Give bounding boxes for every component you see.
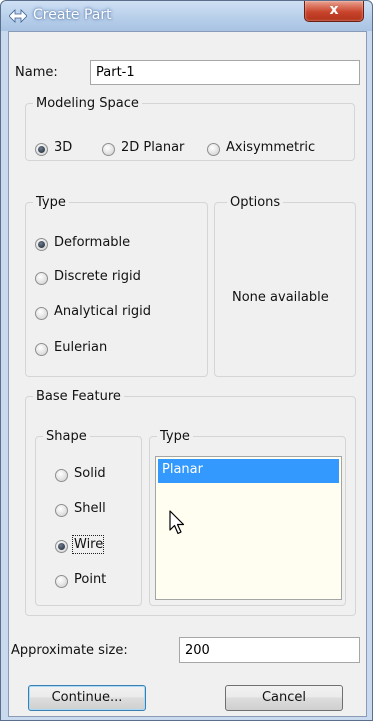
window-title: Create Part [33,7,112,23]
radio-2d-planar[interactable] [102,143,115,156]
radio-eulerian-label[interactable]: Eulerian [54,340,107,355]
create-part-dialog: Create Part x Name: Modeling Space 3D 2D… [0,0,373,721]
app-icon [9,9,27,23]
type-legend: Type [36,195,66,210]
radio-point[interactable] [55,575,68,588]
list-item-planar[interactable]: Planar [158,459,339,483]
radio-shell-label[interactable]: Shell [74,501,106,516]
radio-discrete-rigid-label[interactable]: Discrete rigid [54,269,141,284]
close-icon: x [329,2,339,18]
name-label: Name: [15,65,58,80]
base-feature-legend: Base Feature [36,389,121,404]
radio-eulerian[interactable] [35,343,48,356]
options-group: Options [214,195,356,377]
shape-legend: Shape [46,429,87,444]
radio-deformable[interactable] [35,238,48,251]
radio-2d-planar-label[interactable]: 2D Planar [121,140,184,155]
options-none-available: None available [232,290,329,305]
wire-focus-rect [72,535,104,554]
dialog-body: Name: Modeling Space 3D 2D Planar Axisym… [8,31,367,717]
feature-type-legend: Type [160,429,190,444]
radio-axisymmetric-label[interactable]: Axisymmetric [226,140,315,155]
mouse-cursor-icon [169,510,185,535]
name-input[interactable] [90,60,360,85]
radio-point-label[interactable]: Point [74,572,106,587]
radio-3d-label[interactable]: 3D [54,140,72,155]
cancel-button[interactable]: Cancel [225,685,343,711]
radio-axisymmetric[interactable] [207,143,220,156]
type-group: Type [25,195,208,377]
approximate-size-label: Approximate size: [11,643,128,658]
radio-solid-label[interactable]: Solid [74,466,106,481]
radio-analytical-rigid[interactable] [35,307,48,320]
close-button[interactable]: x [304,1,364,22]
radio-analytical-rigid-label[interactable]: Analytical rigid [54,304,151,319]
title-bar[interactable]: Create Part x [1,1,372,31]
radio-shell[interactable] [55,504,68,517]
continue-button[interactable]: Continue... [28,685,146,711]
radio-deformable-label[interactable]: Deformable [54,235,130,250]
modeling-space-legend: Modeling Space [36,96,139,111]
radio-3d[interactable] [35,143,48,156]
options-legend: Options [230,195,281,210]
radio-solid[interactable] [55,469,68,482]
radio-discrete-rigid[interactable] [35,272,48,285]
approximate-size-input[interactable] [179,637,360,663]
radio-wire[interactable] [55,540,68,553]
